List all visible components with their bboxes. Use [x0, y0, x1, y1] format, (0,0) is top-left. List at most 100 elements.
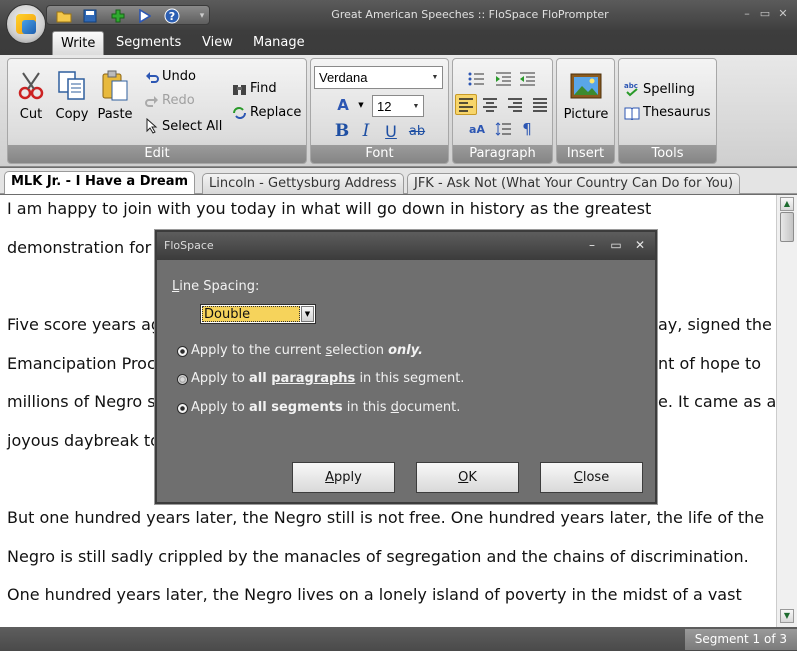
apply-button[interactable]: Apply: [292, 462, 395, 493]
thesaurus-button[interactable]: Thesaurus: [624, 105, 711, 120]
tools-group: abc Spelling Thesaurus Tools: [618, 58, 717, 164]
find-label: Find: [250, 81, 277, 96]
paste-button[interactable]: Paste: [95, 69, 135, 122]
font-size-combo[interactable]: 12 ▼: [372, 95, 424, 117]
font-group: Verdana ▼ A ▼ 12 ▼ B I U ab Font: [310, 58, 449, 164]
font-size-icon[interactable]: aA: [467, 119, 487, 139]
ok-button[interactable]: OK: [416, 462, 519, 493]
bullet-list-icon[interactable]: [466, 69, 486, 89]
tab-view[interactable]: View: [194, 31, 241, 55]
vertical-scrollbar[interactable]: ▲ ▼: [776, 195, 797, 627]
chevron-down-icon[interactable]: ▼: [428, 67, 442, 88]
indent-icon[interactable]: [493, 69, 513, 89]
font-color-icon[interactable]: A: [333, 95, 353, 115]
option-current-selection-label[interactable]: Apply to the current selection only.: [191, 343, 423, 358]
cut-label: Cut: [19, 107, 43, 122]
radio-current-selection[interactable]: [177, 346, 188, 357]
tab-write[interactable]: Write: [52, 31, 105, 55]
dialog-close-icon[interactable]: ✕: [633, 238, 647, 252]
underline-icon[interactable]: U: [381, 121, 401, 141]
tab-manage[interactable]: Manage: [245, 31, 313, 55]
radio-all-segments[interactable]: [177, 403, 188, 414]
font-family-value: Verdana: [319, 70, 368, 85]
dialog-maximize-icon[interactable]: ▭: [609, 238, 623, 252]
dialog-title: FloSpace: [164, 239, 214, 252]
chevron-down-icon[interactable]: ▼: [409, 96, 423, 116]
text-line: But one hundred years later, the Negro s…: [7, 508, 765, 527]
ribbon-tab-row: Write Segments View Manage: [0, 30, 797, 55]
dialog-title-bar: FloSpace: [157, 232, 655, 260]
pilcrow-icon[interactable]: ¶: [517, 119, 537, 139]
text-line-fragment: ay, signed the: [658, 315, 772, 334]
play-icon[interactable]: [135, 7, 153, 24]
font-color-dropdown-icon[interactable]: ▼: [351, 95, 371, 115]
chevron-down-icon[interactable]: ▼: [301, 306, 314, 322]
replace-button[interactable]: Replace: [232, 105, 301, 120]
scroll-down-icon[interactable]: ▼: [780, 609, 794, 623]
paragraph-group-caption: Paragraph: [453, 145, 552, 163]
text-line-fragment: nt of hope to: [658, 354, 762, 373]
bold-icon[interactable]: B: [332, 121, 352, 141]
text-line: One hundred years later, the Negro lives…: [7, 585, 742, 604]
tab-segments[interactable]: Segments: [108, 31, 189, 55]
spellcheck-icon: abc: [624, 82, 638, 97]
italic-icon[interactable]: I: [356, 121, 376, 141]
align-right-icon[interactable]: [505, 95, 525, 115]
undo-button[interactable]: Undo: [145, 69, 196, 84]
find-button[interactable]: Find: [232, 81, 277, 96]
copy-button[interactable]: Copy: [53, 69, 91, 122]
spelling-button[interactable]: abc Spelling: [624, 81, 695, 97]
spelling-label: Spelling: [643, 81, 695, 97]
option-all-segments-label[interactable]: Apply to all segments in this document.: [191, 400, 460, 415]
doc-tab-mlk[interactable]: MLK Jr. - I Have a Dream: [4, 171, 196, 194]
scroll-up-icon[interactable]: ▲: [780, 197, 794, 211]
insert-group: Picture Insert: [556, 58, 615, 164]
add-icon[interactable]: [109, 7, 127, 24]
select-all-label: Select All: [162, 118, 223, 134]
picture-button[interactable]: Picture: [559, 69, 613, 122]
scroll-thumb[interactable]: [780, 212, 794, 242]
align-left-icon[interactable]: [455, 94, 477, 115]
window-title: Great American Speeches :: FloSpace FloP…: [331, 8, 609, 21]
scissors-icon: [18, 72, 44, 100]
select-all-button[interactable]: Select All: [145, 118, 222, 134]
line-spacing-select[interactable]: Double ▼: [200, 304, 316, 324]
binoculars-icon: [233, 84, 246, 95]
app-menu-button[interactable]: [6, 4, 46, 44]
radio-all-paragraphs[interactable]: [177, 374, 188, 385]
close-window-icon[interactable]: ✕: [776, 8, 790, 20]
open-folder-icon[interactable]: [55, 7, 73, 24]
text-line: I am happy to join with you today in wha…: [7, 199, 652, 218]
thesaurus-label: Thesaurus: [643, 105, 711, 120]
align-center-icon[interactable]: [480, 95, 500, 115]
text-line: Five score years ag: [7, 315, 162, 334]
doc-tab-jfk[interactable]: JFK - Ask Not (What Your Country Can Do …: [407, 173, 741, 194]
edit-group-caption: Edit: [8, 145, 306, 163]
close-button[interactable]: Close: [540, 462, 643, 493]
status-bar: Segment 1 of 3: [0, 627, 797, 651]
maximize-icon[interactable]: ▭: [758, 8, 772, 20]
font-group-caption: Font: [311, 145, 448, 163]
doc-tab-lincoln[interactable]: Lincoln - Gettysburg Address: [202, 173, 404, 194]
justify-icon[interactable]: [530, 95, 550, 115]
redo-icon: [145, 95, 158, 107]
option-all-paragraphs-label[interactable]: Apply to all paragraphs in this segment.: [191, 371, 464, 386]
picture-icon: [570, 73, 602, 99]
save-icon[interactable]: [81, 7, 99, 24]
strikethrough-icon[interactable]: ab: [407, 121, 427, 141]
copy-label: Copy: [55, 107, 89, 122]
redo-button[interactable]: Redo: [145, 93, 195, 108]
help-icon[interactable]: ?: [163, 7, 181, 24]
outdent-icon[interactable]: [517, 69, 537, 89]
line-spacing-icon[interactable]: [493, 119, 513, 139]
dialog-minimize-icon[interactable]: –: [585, 238, 599, 252]
line-spacing-dialog: FloSpace – ▭ ✕ Line Spacing: Double ▼ Ap…: [155, 230, 657, 504]
cut-button[interactable]: Cut: [13, 69, 49, 122]
customize-qat-icon[interactable]: ▾: [193, 7, 211, 24]
text-line: demonstration for: [7, 238, 152, 257]
copy-icon: [58, 71, 85, 100]
font-size-value: 12: [377, 99, 392, 114]
font-family-combo[interactable]: Verdana ▼: [314, 66, 443, 89]
minimize-icon[interactable]: –: [740, 8, 754, 20]
tools-group-caption: Tools: [619, 145, 716, 163]
